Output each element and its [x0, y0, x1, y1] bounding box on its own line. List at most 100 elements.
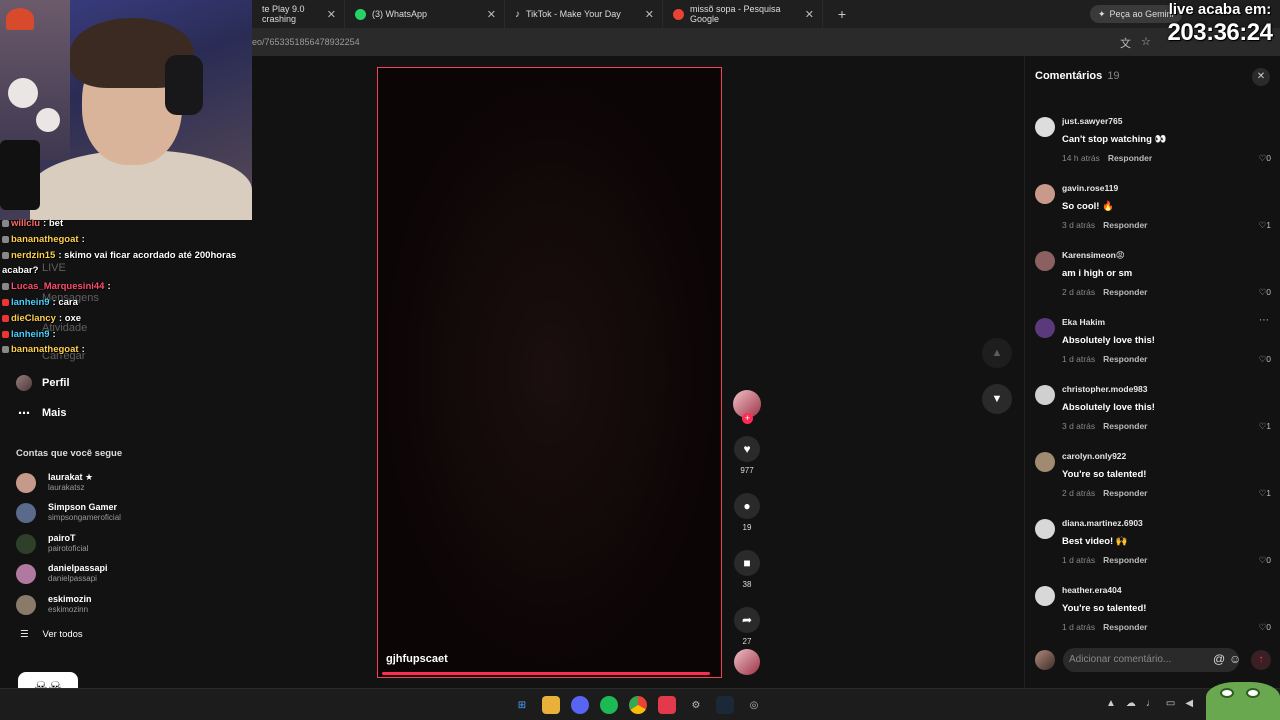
comment-like-button[interactable]: ♡1	[1259, 220, 1271, 231]
close-icon[interactable]: ✕	[645, 8, 654, 21]
next-video-button[interactable]: ▼	[982, 384, 1012, 414]
chrome-icon[interactable]	[629, 696, 647, 714]
avatar[interactable]	[1035, 452, 1055, 472]
comment-like-button[interactable]: ♡0	[1259, 555, 1271, 566]
comment-count: 19	[742, 523, 752, 532]
chat-message: lanhein9: cara	[2, 295, 252, 311]
comment-like-count: 0	[1266, 555, 1271, 565]
tab-tiktok[interactable]: ♪ TikTok - Make Your Day ✕	[505, 0, 663, 28]
file-explorer-icon[interactable]	[542, 696, 560, 714]
comment-user[interactable]: christopher.mode983	[1062, 384, 1148, 394]
reply-button[interactable]: Responder	[1103, 555, 1147, 565]
mention-icon[interactable]: @	[1213, 652, 1225, 666]
comment-like-count: 0	[1266, 622, 1271, 632]
comment-meta: 3 d atrás Responder	[1062, 421, 1147, 431]
reply-button[interactable]: Responder	[1103, 488, 1147, 498]
music-disc-avatar[interactable]	[734, 649, 760, 675]
close-icon[interactable]: ✕	[327, 8, 336, 21]
reply-button[interactable]: Responder	[1103, 421, 1147, 431]
microphone-icon[interactable]: ♩	[1146, 698, 1156, 709]
like-button[interactable]: ♥	[734, 436, 760, 462]
steam-icon[interactable]	[716, 696, 734, 714]
close-icon[interactable]: ✕	[805, 8, 814, 21]
network-icon[interactable]: ▭	[1166, 698, 1175, 709]
reply-button[interactable]: Responder	[1103, 622, 1147, 632]
comment-user[interactable]: just.sawyer765	[1062, 116, 1122, 126]
chat-user: lanhein9	[11, 296, 50, 308]
comment-user[interactable]: Karensimeon😡	[1062, 250, 1125, 261]
reply-button[interactable]: Responder	[1108, 153, 1152, 163]
tab-play[interactable]: te Play 9.0 crashing ✕	[252, 0, 345, 28]
nav-profile[interactable]: Perfil	[16, 375, 70, 391]
comment-like-button[interactable]: ♡0	[1259, 287, 1271, 298]
close-icon[interactable]: ✕	[487, 8, 496, 21]
tab-whatsapp[interactable]: (3) WhatsApp ✕	[345, 0, 505, 28]
chat-user: bananathegoat	[11, 233, 79, 245]
comment-like-button[interactable]: ♡0	[1259, 354, 1271, 365]
url-field[interactable]: eo/7653351856478932254	[252, 37, 360, 47]
app-icon[interactable]	[658, 696, 676, 714]
cloud-icon[interactable]: ☁	[1126, 698, 1136, 709]
emoji-icon[interactable]: ☺	[1229, 652, 1241, 666]
avatar[interactable]	[1035, 318, 1055, 338]
previous-video-button[interactable]: ▲	[982, 338, 1012, 368]
follow-plus-icon[interactable]: +	[742, 413, 753, 424]
volume-icon[interactable]: ◀	[1185, 698, 1193, 709]
following-account[interactable]: danielpassapi danielpassapi	[16, 563, 108, 584]
spotify-icon[interactable]	[600, 696, 618, 714]
chevron-up-icon[interactable]: ▲	[1106, 698, 1116, 709]
chat-message: nerdzin15: skimo vai ficar acordado até …	[2, 249, 237, 277]
comment-button[interactable]: ●	[734, 493, 760, 519]
comment-user[interactable]: Eka Hakim	[1062, 317, 1105, 327]
video-progress-bar[interactable]	[382, 672, 711, 675]
avatar[interactable]	[1035, 117, 1055, 137]
windows-start-icon[interactable]: ⊞	[513, 696, 531, 714]
video-player[interactable]: gjhfupscaet	[377, 67, 722, 678]
save-button[interactable]: ■	[734, 550, 760, 576]
comment-time: 14 h atrás	[1062, 153, 1100, 163]
comment-user[interactable]: diana.martinez.6903	[1062, 518, 1143, 528]
app-circle-icon[interactable]: ◎	[745, 696, 763, 714]
new-tab-button[interactable]: +	[831, 6, 853, 22]
comment-meta: 1 d atrás Responder	[1062, 555, 1147, 565]
send-comment-button[interactable]: ↑	[1251, 650, 1271, 670]
see-all-button[interactable]: ☰ Ver todos	[20, 629, 83, 640]
tab-google[interactable]: missõ sopa - Pesquisa Google ✕	[663, 0, 823, 28]
more-options-icon[interactable]: ⋯	[1259, 315, 1269, 326]
avatar[interactable]	[1035, 251, 1055, 271]
comment-like-button[interactable]: ♡1	[1259, 488, 1271, 499]
discord-icon[interactable]	[571, 696, 589, 714]
comment-user[interactable]: carolyn.only922	[1062, 451, 1126, 461]
video-author[interactable]: gjhfupscaet	[386, 653, 448, 665]
reply-button[interactable]: Responder	[1103, 220, 1147, 230]
comment-like-count: 0	[1266, 287, 1271, 297]
avatar[interactable]	[1035, 519, 1055, 539]
comment-like-button[interactable]: ♡0	[1259, 622, 1271, 633]
following-account[interactable]: pairoT pairotoficial	[16, 533, 88, 554]
reply-button[interactable]: Responder	[1103, 287, 1147, 297]
following-account[interactable]: Simpson Gamer simpsongameroficial	[16, 502, 121, 523]
translate-icon[interactable]: 文	[1120, 35, 1131, 51]
webcam-headset	[165, 55, 203, 115]
share-button[interactable]: ➦	[734, 607, 760, 633]
author-avatar[interactable]: +	[733, 390, 761, 424]
system-tray: ▲ ☁ ♩ ▭ ◀	[1106, 698, 1193, 709]
video-actions: + ♥ 977 ● 19 ■ 38 ➦ 27	[732, 390, 762, 646]
following-account[interactable]: eskimozin eskimozinn	[16, 594, 92, 615]
avatar[interactable]	[1035, 586, 1055, 606]
reply-button[interactable]: Responder	[1103, 354, 1147, 364]
comment-user[interactable]: heather.era404	[1062, 585, 1122, 595]
badge-icon	[2, 220, 9, 227]
avatar[interactable]	[1035, 184, 1055, 204]
comment-like-button[interactable]: ♡0	[1259, 153, 1271, 164]
following-account[interactable]: laurakat ★ laurakatsz	[16, 472, 93, 493]
star-icon[interactable]: ☆	[1141, 35, 1151, 51]
settings-gear-icon[interactable]: ⚙	[687, 696, 705, 714]
close-comments-button[interactable]: ✕	[1252, 68, 1270, 86]
comment-user[interactable]: gavin.rose119	[1062, 183, 1118, 193]
account-name: eskimozin	[48, 594, 92, 604]
comment-time: 3 d atrás	[1062, 220, 1096, 230]
avatar[interactable]	[1035, 385, 1055, 405]
nav-more[interactable]: ⋯ Mais	[16, 405, 66, 421]
comment-like-button[interactable]: ♡1	[1259, 421, 1271, 432]
